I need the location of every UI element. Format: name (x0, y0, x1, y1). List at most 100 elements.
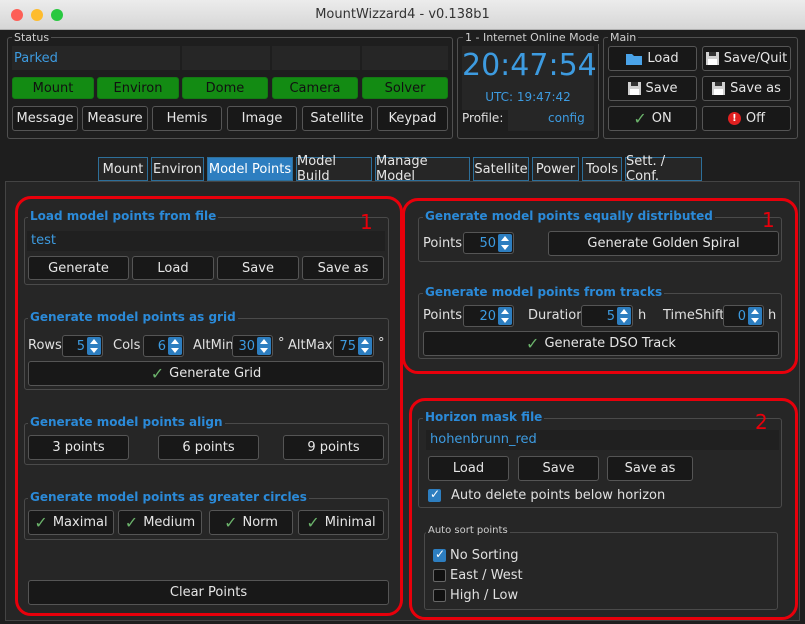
tab-power[interactable]: Power (532, 157, 579, 181)
main-save-quit-button[interactable]: Save/Quit (702, 46, 791, 71)
clear-points-button[interactable]: Clear Points (28, 580, 389, 605)
sort-none-checkbox[interactable] (433, 547, 446, 562)
save-as-points-button[interactable]: Save as (302, 256, 384, 280)
hemis-button[interactable]: Hemis (152, 106, 222, 131)
window-title: MountWizzard4 - v0.138b1 (315, 7, 490, 22)
measure-button[interactable]: Measure (82, 106, 148, 131)
circle-maximal-button[interactable]: ✓ Maximal (28, 510, 114, 535)
circle-minimal-button[interactable]: ✓ Minimal (298, 510, 384, 535)
align-title: Generate model points align (28, 415, 225, 429)
altmin-spinbox[interactable]: 30 (232, 335, 273, 357)
spin-arrows-icon[interactable] (617, 307, 631, 325)
tracks-title: Generate model points from tracks (423, 285, 665, 299)
save-points-button[interactable]: Save (217, 256, 299, 280)
auto-delete-checkbox[interactable] (428, 487, 441, 502)
main-load-button[interactable]: Load (608, 46, 697, 71)
equal-title: Generate model points equally distribute… (423, 209, 715, 223)
checkmark-icon: ✓ (150, 363, 165, 383)
tab-mount[interactable]: Mount (98, 157, 148, 181)
device-solver[interactable]: Solver (362, 77, 448, 99)
device-dome[interactable]: Dome (182, 77, 268, 99)
mount-state: Parked (14, 51, 58, 66)
sort-high-low-checkbox[interactable] (433, 589, 446, 602)
horizon-file-field[interactable]: hohenbrunn_red (426, 430, 779, 450)
equal-points-label: Points (423, 236, 463, 251)
tab-manage-model[interactable]: Manage Model (375, 154, 470, 184)
profile-label: Profile: (462, 111, 504, 125)
keypad-button[interactable]: Keypad (377, 106, 448, 131)
checkmark-icon: ✓ (124, 512, 139, 532)
spin-arrows-icon[interactable] (358, 337, 372, 355)
grid-title: Generate model points as grid (28, 310, 238, 324)
device-camera[interactable]: Camera (272, 77, 358, 99)
highlight-number-left: 1 (360, 210, 373, 234)
spin-arrows-icon[interactable] (257, 337, 271, 355)
generate-grid-button[interactable]: ✓ Generate Grid (28, 361, 384, 386)
circle-norm-button[interactable]: ✓ Norm (209, 510, 293, 535)
main-label: Main (608, 31, 639, 44)
generate-button[interactable]: Generate (28, 256, 129, 280)
align-3-points-button[interactable]: 3 points (28, 435, 129, 460)
altmin-label: AltMin (193, 338, 234, 353)
spin-arrows-icon[interactable] (498, 234, 512, 252)
device-mount[interactable]: Mount (12, 77, 94, 99)
profile-value: config (548, 111, 585, 125)
mount-on-button[interactable]: ✓ ON (608, 106, 697, 131)
satellite-button[interactable]: Satellite (302, 106, 372, 131)
horizon-save-as-button[interactable]: Save as (607, 456, 693, 481)
load-points-button[interactable]: Load (132, 256, 214, 280)
load-file-title: Load model points from file (28, 209, 219, 223)
timeshift-label: TimeShift (663, 308, 725, 323)
status-label: Status (12, 31, 52, 44)
timeshift-spinbox[interactable]: 0 (723, 305, 764, 327)
main-save-as-button[interactable]: Save as (702, 76, 791, 101)
main-save-button[interactable]: Save (608, 76, 697, 101)
floppy-icon (712, 82, 726, 95)
sort-none-label: No Sorting (450, 548, 519, 563)
generate-dso-track-button[interactable]: ✓ Generate DSO Track (423, 331, 779, 356)
tab-model-build[interactable]: Model Build (296, 154, 372, 184)
track-points-spinbox[interactable]: 20 (463, 305, 514, 327)
rows-spinbox[interactable]: 5 (62, 335, 103, 357)
sort-east-west-checkbox[interactable] (433, 569, 446, 582)
device-environ[interactable]: Environ (97, 77, 179, 99)
align-6-points-button[interactable]: 6 points (158, 435, 259, 460)
duration-label: Duration (528, 308, 585, 323)
equal-points-spinbox[interactable]: 50 (463, 232, 514, 254)
mount-off-button[interactable]: ! Off (702, 106, 791, 131)
sort-title: Auto sort points (426, 525, 510, 536)
tab-model-points[interactable]: Model Points (207, 157, 293, 181)
altmax-spinbox[interactable]: 75 (333, 335, 374, 357)
sort-east-west-label: East / West (450, 568, 523, 583)
golden-spiral-button[interactable]: Generate Golden Spiral (548, 231, 779, 256)
align-9-points-button[interactable]: 9 points (283, 435, 384, 460)
cols-spinbox[interactable]: 6 (143, 335, 184, 357)
checkmark-icon: ✓ (34, 512, 48, 532)
auto-delete-label: Auto delete points below horizon (451, 488, 666, 503)
checkmark-icon: ✓ (633, 108, 647, 128)
rows-label: Rows (28, 338, 62, 353)
track-points-label: Points (423, 308, 463, 323)
local-clock: 20:47:54 (462, 48, 597, 83)
model-file-field[interactable]: test (27, 231, 385, 251)
cols-label: Cols (113, 338, 141, 353)
horizon-load-button[interactable]: Load (428, 456, 509, 481)
tab-settings[interactable]: Sett. / Conf. (625, 154, 702, 184)
duration-spinbox[interactable]: 5 (581, 305, 633, 327)
image-button[interactable]: Image (227, 106, 297, 131)
tab-environ[interactable]: Environ (151, 157, 204, 181)
tab-satellite[interactable]: Satellite (473, 157, 529, 181)
spin-arrows-icon[interactable] (748, 307, 762, 325)
title-bar: MountWizzard4 - v0.138b1 (0, 0, 805, 30)
floppy-icon (627, 82, 641, 95)
spin-arrows-icon[interactable] (168, 337, 182, 355)
spin-arrows-icon[interactable] (498, 307, 512, 325)
spin-arrows-icon[interactable] (87, 337, 101, 355)
duration-unit: h (638, 308, 647, 323)
checkmark-icon: ✓ (526, 333, 540, 353)
message-button[interactable]: Message (12, 106, 78, 131)
horizon-save-button[interactable]: Save (518, 456, 599, 481)
highlight-number-right-bottom: 2 (755, 410, 768, 434)
circle-medium-button[interactable]: ✓ Medium (118, 510, 202, 535)
tab-tools[interactable]: Tools (582, 157, 622, 181)
